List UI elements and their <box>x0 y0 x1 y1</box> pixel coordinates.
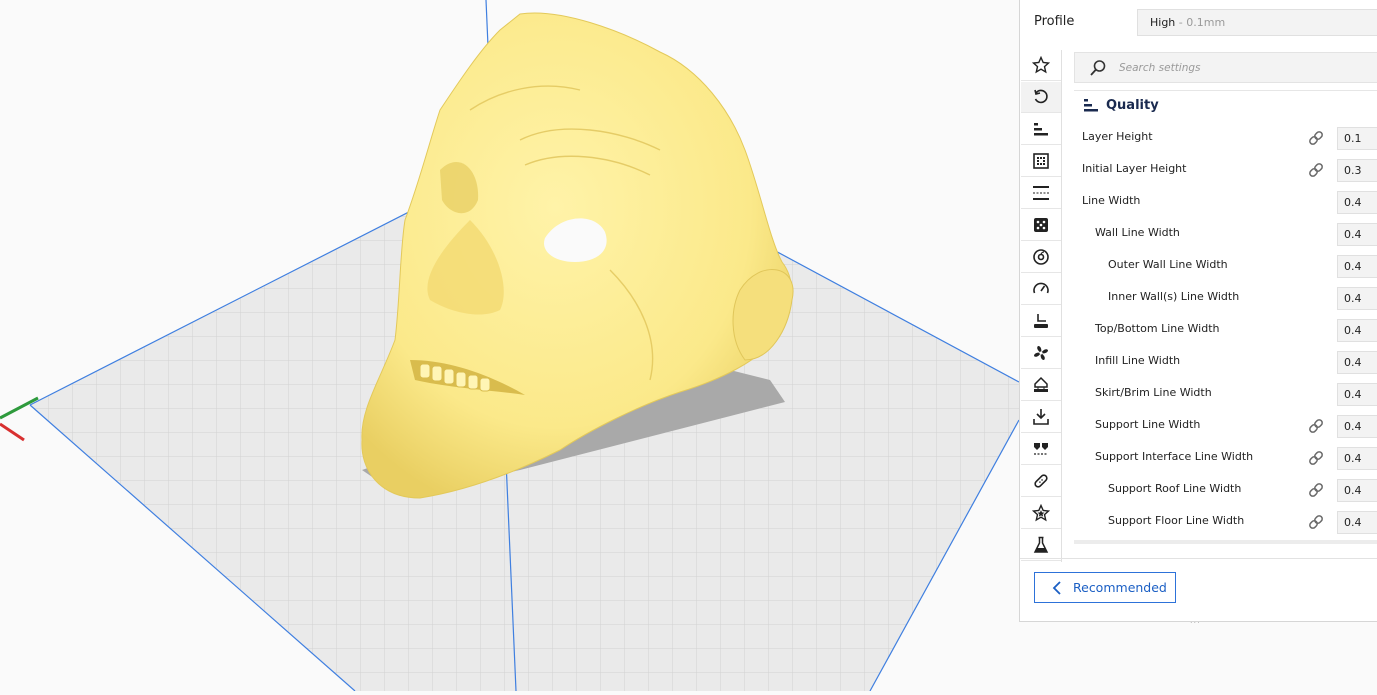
category-button-dual-extrusion[interactable] <box>1021 434 1061 465</box>
settings-list[interactable]: Quality Layer Height 0.1 Initial Layer Hei… <box>1074 92 1377 540</box>
profile-dropdown[interactable]: High - 0.1mm <box>1137 9 1377 36</box>
setting-value-field[interactable]: 0.1 <box>1337 127 1377 150</box>
setting-row: Support Roof Line Width 0.4 <box>1074 474 1377 506</box>
setting-label: Support Floor Line Width <box>1108 514 1245 527</box>
section-title: Quality <box>1106 98 1159 113</box>
setting-row: Skirt/Brim Line Width 0.4 <box>1074 378 1377 410</box>
divider <box>1020 558 1377 559</box>
category-button-reset[interactable] <box>1021 82 1061 113</box>
recommended-label: Recommended <box>1073 580 1167 595</box>
special-modes-icon <box>1032 504 1050 522</box>
category-button-top-bottom[interactable] <box>1021 178 1061 209</box>
search-settings-field[interactable]: Search settings <box>1074 52 1377 83</box>
setting-row: Support Interface Line Width 0.4 <box>1074 442 1377 474</box>
category-button-material[interactable] <box>1021 242 1061 273</box>
setting-value-field[interactable]: 0.4 <box>1337 287 1377 310</box>
section-header-quality[interactable]: Quality <box>1074 92 1377 120</box>
category-button-cooling[interactable] <box>1021 338 1061 369</box>
divider <box>1074 90 1377 91</box>
setting-label: Inner Wall(s) Line Width <box>1108 290 1240 303</box>
dual-extrusion-icon <box>1032 440 1050 458</box>
setting-value-field[interactable]: 0.4 <box>1337 511 1377 534</box>
setting-label: Skirt/Brim Line Width <box>1095 386 1212 399</box>
quality-icon <box>1032 120 1050 138</box>
category-button-infill[interactable] <box>1021 210 1061 241</box>
link-icon[interactable] <box>1307 513 1325 535</box>
category-button-experimental[interactable] <box>1021 530 1061 561</box>
print-settings-panel: Profile High - 0.1mm Search settings Qua… <box>1019 0 1377 625</box>
recommended-button[interactable]: Recommended <box>1034 572 1176 603</box>
search-placeholder: Search settings <box>1119 62 1201 74</box>
profile-row: Profile High - 0.1mm <box>1020 0 1377 46</box>
setting-row: Inner Wall(s) Line Width 0.4 <box>1074 282 1377 314</box>
setting-label: Support Interface Line Width <box>1095 450 1254 463</box>
speed-icon <box>1032 280 1050 298</box>
setting-value-field[interactable]: 0.4 <box>1337 383 1377 406</box>
category-button-walls[interactable] <box>1021 146 1061 177</box>
resize-grip[interactable]: ... <box>1190 616 1201 625</box>
cooling-icon <box>1032 344 1050 362</box>
setting-row: Outer Wall Line Width 0.4 <box>1074 250 1377 282</box>
category-button-star-outline[interactable] <box>1021 50 1061 81</box>
list-scroll-edge <box>1074 540 1377 544</box>
category-icon-column <box>1021 50 1062 562</box>
setting-label: Initial Layer Height <box>1082 162 1187 175</box>
link-icon[interactable] <box>1307 129 1325 151</box>
chevron-left-icon <box>1052 581 1061 595</box>
category-button-speed[interactable] <box>1021 274 1061 305</box>
setting-row: Line Width 0.4 <box>1074 186 1377 218</box>
category-button-travel[interactable] <box>1021 306 1061 337</box>
top-bottom-icon <box>1032 184 1050 202</box>
setting-value-field[interactable]: 0.4 <box>1337 319 1377 342</box>
setting-row: Infill Line Width 0.4 <box>1074 346 1377 378</box>
setting-value-field[interactable]: 0.4 <box>1337 223 1377 246</box>
setting-label: Top/Bottom Line Width <box>1095 322 1220 335</box>
category-button-special-modes[interactable] <box>1021 498 1061 529</box>
quality-icon <box>1084 99 1098 112</box>
setting-label: Wall Line Width <box>1095 226 1180 239</box>
link-icon[interactable] <box>1307 417 1325 439</box>
setting-value-field[interactable]: 0.3 <box>1337 159 1377 182</box>
setting-label: Support Roof Line Width <box>1108 482 1242 495</box>
star-outline-icon <box>1032 56 1050 74</box>
setting-row: Initial Layer Height 0.3 <box>1074 154 1377 186</box>
setting-label: Line Width <box>1082 194 1141 207</box>
link-icon[interactable] <box>1307 449 1325 471</box>
category-button-adhesion[interactable] <box>1021 402 1061 433</box>
category-button-quality[interactable] <box>1021 114 1061 145</box>
adhesion-icon <box>1032 408 1050 426</box>
setting-label: Layer Height <box>1082 130 1153 143</box>
profile-value: High <box>1150 16 1176 29</box>
walls-icon <box>1032 152 1050 170</box>
link-icon[interactable] <box>1307 481 1325 503</box>
setting-row: Top/Bottom Line Width 0.4 <box>1074 314 1377 346</box>
search-icon <box>1090 60 1106 76</box>
setting-value-field[interactable]: 0.4 <box>1337 479 1377 502</box>
setting-value-field[interactable]: 0.4 <box>1337 415 1377 438</box>
travel-icon <box>1032 312 1050 330</box>
profile-label: Profile <box>1034 14 1075 29</box>
setting-row: Support Floor Line Width 0.4 <box>1074 506 1377 538</box>
setting-value-field[interactable]: 0.4 <box>1337 255 1377 278</box>
support-icon <box>1032 376 1050 394</box>
mesh-fixes-icon <box>1032 472 1050 490</box>
experimental-icon <box>1032 536 1050 554</box>
setting-row: Support Line Width 0.4 <box>1074 410 1377 442</box>
setting-value-field[interactable]: 0.4 <box>1337 191 1377 214</box>
infill-icon <box>1032 216 1050 234</box>
setting-row: Wall Line Width 0.4 <box>1074 218 1377 250</box>
setting-row: Layer Height 0.1 <box>1074 122 1377 154</box>
setting-value-field[interactable]: 0.4 <box>1337 351 1377 374</box>
reset-icon <box>1032 88 1050 106</box>
material-icon <box>1032 248 1050 266</box>
link-icon[interactable] <box>1307 161 1325 183</box>
category-button-support[interactable] <box>1021 370 1061 401</box>
setting-label: Support Line Width <box>1095 418 1201 431</box>
setting-label: Outer Wall Line Width <box>1108 258 1228 271</box>
category-button-mesh-fixes[interactable] <box>1021 466 1061 497</box>
profile-value-detail: - 0.1mm <box>1175 16 1226 29</box>
setting-label: Infill Line Width <box>1095 354 1181 367</box>
setting-value-field[interactable]: 0.4 <box>1337 447 1377 470</box>
